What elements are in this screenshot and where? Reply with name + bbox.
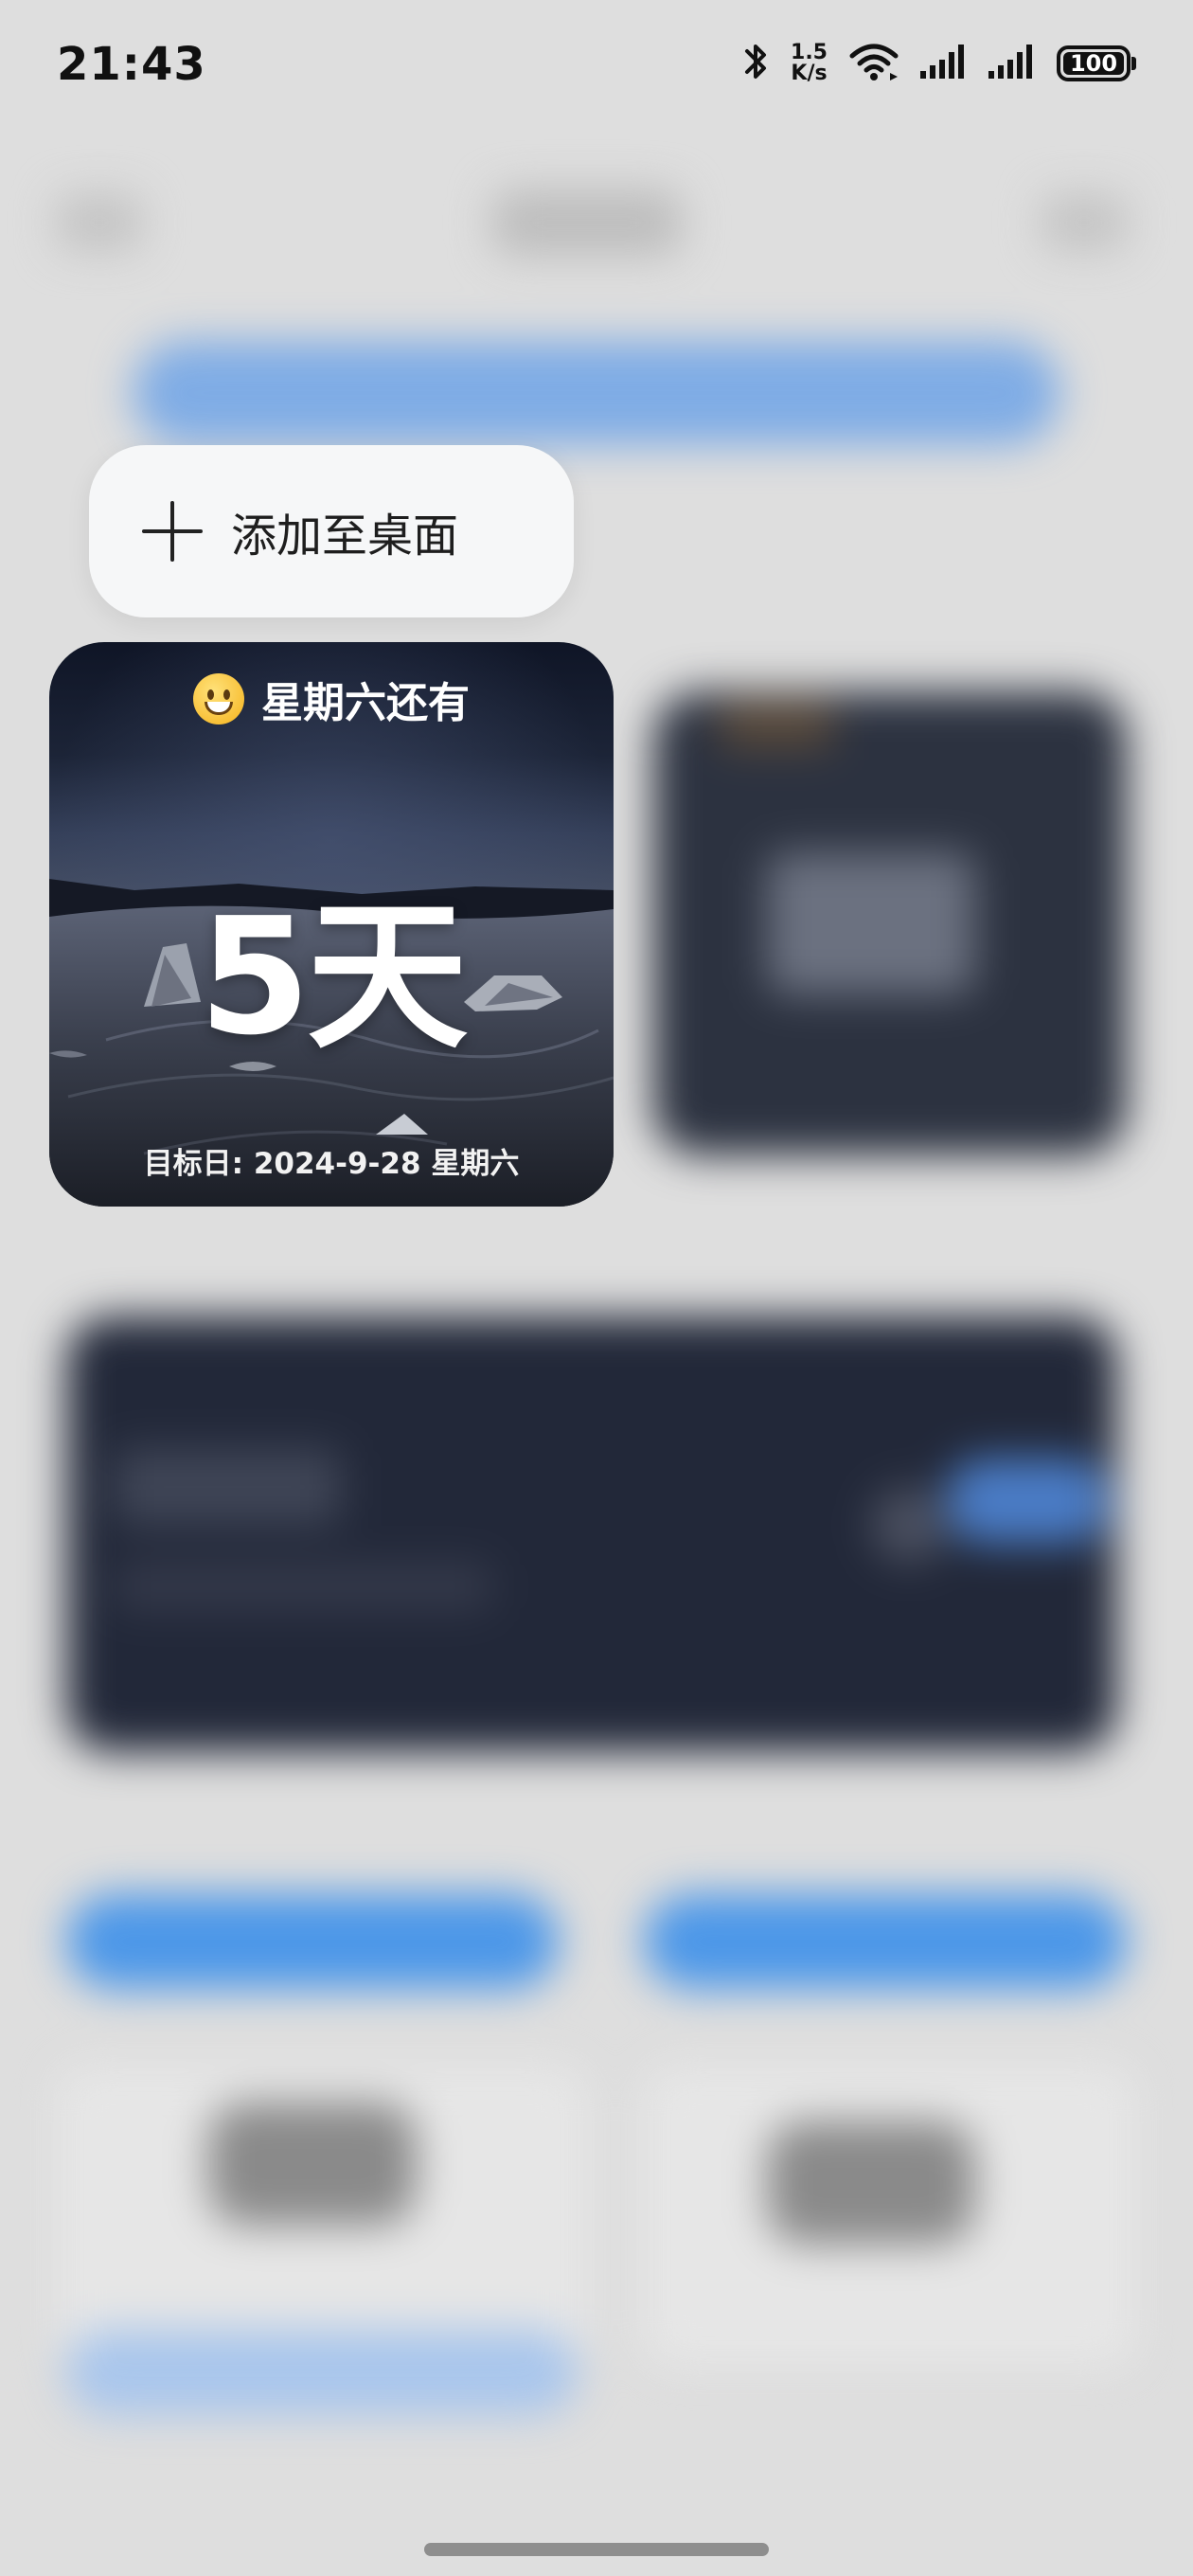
bg-page-title [492, 189, 682, 256]
bg-widget-preview-text [767, 852, 975, 994]
widget-title: 星期六还有 [49, 669, 614, 729]
bg-more-button [1042, 194, 1127, 251]
bg-back-button [57, 194, 142, 251]
network-speed-unit: K/s [791, 62, 828, 85]
home-indicator[interactable] [424, 2543, 769, 2556]
target-date: 目标日: 2024-9-28 星期六 [143, 1147, 520, 1181]
widget-title-text: 星期六还有 [261, 679, 470, 727]
status-time: 21:43 [57, 38, 206, 91]
signal-icon [920, 43, 968, 84]
bg-bottom-link [66, 2330, 578, 2415]
blurred-background [0, 0, 1193, 2576]
bg-tab-bar [133, 341, 1060, 445]
battery-body: 100 [1057, 45, 1131, 81]
status-icons: 1.5 K/s 100 [743, 40, 1136, 87]
bluetooth-icon [743, 40, 770, 87]
bg-right-button [644, 1894, 1127, 1989]
network-speed: 1.5 K/s [791, 43, 828, 84]
add-to-desktop-button[interactable]: 添加至桌面 [89, 445, 574, 617]
bg-widget-preview-accent [720, 701, 833, 748]
signal-icon [988, 43, 1036, 84]
bg-right-tile-icon [767, 2121, 975, 2245]
bg-card-button [947, 1458, 1108, 1544]
grinning-face-icon [193, 673, 244, 724]
countdown-widget[interactable]: 星期六还有 5天 目标日: 2024-9-28 星期六 [49, 642, 614, 1207]
plus-icon [142, 501, 203, 562]
bg-card-title [114, 1449, 341, 1525]
bg-left-button [66, 1894, 559, 1989]
network-speed-value: 1.5 [791, 41, 828, 64]
countdown-days: 5天 [198, 884, 468, 1071]
status-bar: 21:43 1.5 K/s 100 [0, 0, 1193, 133]
battery-level: 100 [1069, 50, 1118, 77]
bg-left-tile-icon [208, 2102, 417, 2226]
battery-icon: 100 [1057, 45, 1136, 81]
bg-card-subtitle [114, 1563, 492, 1610]
bg-card-icon [871, 1487, 947, 1563]
add-to-desktop-label: 添加至桌面 [231, 510, 459, 563]
wifi-icon [848, 41, 899, 86]
